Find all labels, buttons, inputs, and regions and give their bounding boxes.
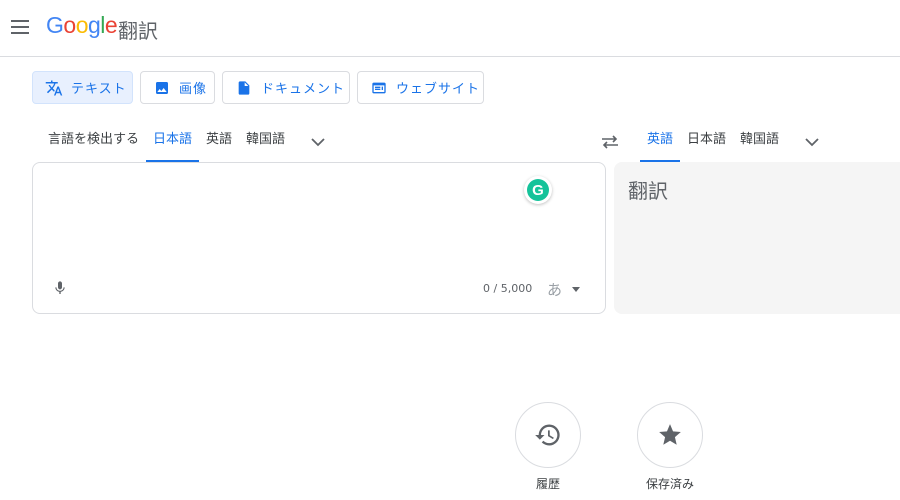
mode-image-button[interactable]: 画像 bbox=[140, 71, 215, 104]
image-icon bbox=[153, 79, 171, 97]
source-lang-japanese[interactable]: 日本語 bbox=[146, 122, 200, 162]
mode-text-button[interactable]: テキスト bbox=[32, 71, 133, 104]
source-text-panel[interactable]: G 0 / 5,000 あ bbox=[32, 162, 606, 314]
chevron-down-icon bbox=[805, 138, 819, 147]
character-count: 0 / 5,000 bbox=[483, 282, 533, 295]
source-lang-detect[interactable]: 言語を検出する bbox=[41, 122, 146, 162]
mode-label: ウェブサイト bbox=[396, 82, 481, 97]
microphone-icon bbox=[55, 281, 65, 294]
mode-document-button[interactable]: ドキュメント bbox=[222, 71, 350, 104]
logo-letter: o bbox=[63, 12, 76, 38]
app-header: Google 翻訳 bbox=[0, 0, 900, 57]
target-more-languages-button[interactable] bbox=[800, 130, 824, 154]
star-icon bbox=[659, 424, 681, 445]
logo-letter: g bbox=[87, 12, 101, 38]
main-menu-button[interactable] bbox=[11, 18, 31, 36]
input-method-selector[interactable]: あ bbox=[547, 279, 581, 300]
saved-label: 保存済み bbox=[645, 477, 694, 491]
translation-output-panel: 翻訳 bbox=[614, 162, 900, 314]
history-button[interactable] bbox=[515, 402, 581, 468]
ime-character: あ bbox=[547, 281, 563, 299]
source-more-languages-button[interactable] bbox=[306, 130, 330, 154]
translation-output-text: 翻訳 bbox=[628, 179, 668, 203]
mode-label: テキスト bbox=[71, 82, 127, 97]
voice-input-button[interactable] bbox=[49, 277, 71, 299]
hamburger-line bbox=[11, 32, 29, 34]
history-icon bbox=[535, 424, 560, 446]
chevron-down-icon bbox=[311, 138, 325, 147]
source-lang-english[interactable]: 英語 bbox=[199, 122, 239, 162]
hamburger-icon bbox=[11, 20, 29, 22]
target-lang-japanese[interactable]: 日本語 bbox=[680, 122, 733, 162]
source-text-input[interactable] bbox=[49, 177, 509, 257]
grammarly-icon: G bbox=[527, 179, 549, 201]
product-name[interactable]: 翻訳 bbox=[118, 15, 158, 44]
target-language-bar: 英語 日本語 韓国語 bbox=[640, 122, 824, 162]
mode-website-button[interactable]: ウェブサイト bbox=[357, 71, 484, 104]
website-icon bbox=[370, 79, 388, 97]
document-icon bbox=[235, 79, 253, 97]
dropdown-caret-icon bbox=[572, 287, 581, 292]
source-language-bar: 言語を検出する 日本語 英語 韓国語 bbox=[41, 122, 330, 162]
swap-languages-button[interactable] bbox=[598, 130, 622, 154]
hamburger-line bbox=[11, 26, 29, 28]
logo-letter: G bbox=[46, 12, 64, 38]
swap-icon bbox=[602, 135, 618, 149]
mode-label: ドキュメント bbox=[261, 82, 346, 97]
history-label: 履歴 bbox=[535, 477, 560, 491]
google-logo[interactable]: Google bbox=[46, 12, 118, 39]
grammarly-button[interactable]: G bbox=[524, 176, 552, 204]
logo-letter: o bbox=[75, 12, 89, 38]
target-lang-korean[interactable]: 韓国語 bbox=[733, 122, 786, 162]
source-lang-korean[interactable]: 韓国語 bbox=[239, 122, 292, 162]
logo-letter: e bbox=[104, 12, 118, 38]
target-lang-english[interactable]: 英語 bbox=[640, 122, 681, 162]
mode-label: 画像 bbox=[179, 82, 208, 97]
translate-icon bbox=[45, 79, 63, 97]
saved-button[interactable] bbox=[637, 402, 703, 468]
